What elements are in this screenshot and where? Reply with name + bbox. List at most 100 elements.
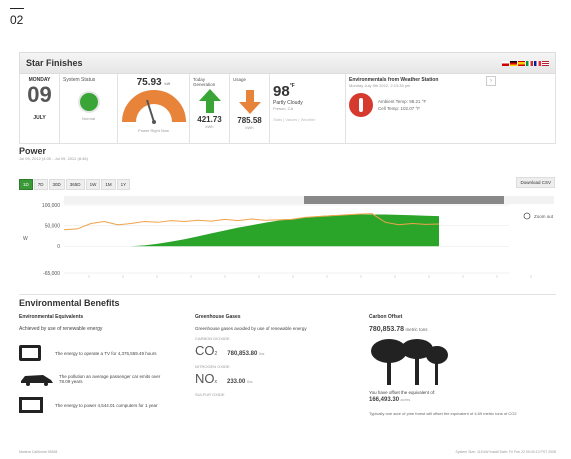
- range-button-1d[interactable]: 1D: [19, 179, 33, 190]
- carbon-offset-value: 780,853.78: [369, 326, 405, 333]
- cell-label: Cell Temp:: [378, 106, 400, 111]
- greenhouse-column: Greenhouse Gases Greenhouse gases avoide…: [195, 314, 365, 397]
- range-button-7d[interactable]: 7D: [33, 179, 48, 190]
- power-title: Power: [19, 146, 47, 156]
- power-section: Power Jul 09, 2012 (4:00 - Jul 09, 2012 …: [19, 146, 556, 310]
- power-now-caption: Power Right Now: [138, 128, 169, 133]
- gas-label: NITROGEN OXIDE: [195, 364, 230, 369]
- date-tile: MONDAY 09 JULY: [20, 74, 60, 143]
- computer-icon: [19, 397, 43, 413]
- weather-tile: 98°F Partly Cloudy Fresno, CA Stats | Va…: [270, 74, 346, 143]
- status-value: Normal: [82, 116, 95, 121]
- flag-icon[interactable]: [510, 60, 517, 66]
- generation-tile: Today Generation 421.73 kWh: [190, 74, 230, 143]
- download-csv-button[interactable]: Download CSV: [516, 176, 555, 188]
- gas-formula: CO: [195, 343, 215, 358]
- gas-value: 780,853.80: [227, 351, 258, 357]
- carbon-offset-title: Carbon Offset: [369, 314, 403, 320]
- zoom-icon: [523, 212, 531, 220]
- cell-value: 102.07 °F: [400, 106, 421, 111]
- y-tick-label: 0: [57, 244, 60, 250]
- page-title: Star Finishes: [26, 58, 83, 68]
- flag-icon[interactable]: [518, 60, 525, 66]
- equivalents-title: Environmental Equivalents: [19, 314, 84, 320]
- ambient-value: 98.21 °F: [409, 99, 427, 104]
- usage-value: 785.58: [237, 116, 262, 125]
- arrow-down-icon: [238, 90, 261, 114]
- chart-navigator-window: [304, 196, 504, 204]
- language-flags[interactable]: [502, 60, 549, 66]
- next-tile: ›: [484, 74, 500, 143]
- weather-tabs[interactable]: Stats | Values | Weather: [273, 117, 342, 122]
- offset-label: You have offset the equivalent of:: [369, 390, 436, 395]
- flag-icon[interactable]: [534, 60, 541, 66]
- status-indicator-icon: [77, 91, 100, 113]
- environmental-benefits: Environmental Benefits Environmental Equ…: [19, 294, 556, 416]
- day-number: 09: [27, 82, 52, 107]
- system-status-tile: System Status Normal: [60, 74, 118, 143]
- chevron-right-icon[interactable]: ›: [486, 76, 496, 86]
- car-icon: [21, 375, 53, 386]
- ambient-label: Ambient Temp:: [378, 99, 408, 104]
- carbon-offset-column: Carbon Offset 780,853.78 metric tons You…: [369, 314, 556, 416]
- power-chart[interactable]: 100,000 50,000 0 -65,000 W Zoom out: [19, 195, 556, 305]
- generation-unit: kWh: [205, 124, 214, 129]
- weather-unit: °F: [289, 83, 295, 89]
- arrow-up-icon: [198, 89, 221, 113]
- y-axis-label: W: [23, 236, 28, 242]
- greenhouse-subtitle: Greenhouse gases avoided by use of renew…: [195, 326, 307, 331]
- gas-unit: lbs: [247, 379, 253, 384]
- weather-station-tile: Environmentals from Weather Station Mond…: [346, 74, 484, 143]
- weather-location: Fresno, CA: [273, 106, 294, 111]
- flag-icon[interactable]: [526, 60, 533, 66]
- summary-tiles: MONDAY 09 JULY System Status Normal 75.9…: [19, 74, 556, 144]
- station-date: Monday July 9th 2012, 2:13:35 pm: [349, 83, 411, 88]
- generation-value: 421.73: [197, 115, 222, 124]
- equivalent-text: The energy to operate a TV for 4,376,559…: [55, 350, 157, 356]
- zoom-out-label[interactable]: Zoom out: [534, 214, 554, 219]
- power-now-unit: kW: [164, 81, 171, 86]
- usage-unit: kWh: [245, 125, 254, 130]
- equivalents-column: Environmental Equivalents Achieved by us…: [19, 314, 189, 413]
- range-button-365d[interactable]: 365D: [65, 179, 85, 190]
- gas-unit: lbs: [259, 351, 265, 356]
- flag-icon[interactable]: [542, 60, 549, 66]
- y-tick-label: -65,000: [43, 271, 60, 277]
- power-now-tile: 75.93 kW Power Right Now: [118, 74, 190, 143]
- month: JULY: [33, 115, 46, 121]
- flag-icon[interactable]: [502, 60, 509, 66]
- equivalents-subtitle: Achieved by use of renewable energy: [19, 326, 103, 332]
- footer-location: Madera California 93638: [19, 450, 58, 454]
- tv-icon: [19, 345, 41, 361]
- greenhouse-title: Greenhouse Gases: [195, 314, 241, 320]
- gas-subscript: 2: [214, 351, 218, 357]
- gas-subscript: x: [214, 379, 218, 385]
- range-button-30d[interactable]: 30D: [48, 179, 65, 190]
- carbon-offset-unit: metric tons: [405, 327, 428, 332]
- equivalent-text: The pollution an average passenger car e…: [59, 374, 161, 384]
- gas-formula: NO: [195, 371, 215, 386]
- equivalent-text: The energy to power 4,544.01 computers f…: [55, 402, 158, 408]
- offset-value: 166,493.30: [369, 397, 400, 403]
- gas-value: 233.00: [227, 379, 246, 385]
- figure-label: 02: [10, 8, 24, 27]
- range-button-1m[interactable]: 1M: [101, 179, 116, 190]
- gas-label: SULFUR OXIDE: [195, 392, 225, 397]
- offset-note: Typically one acre of pine forest will o…: [369, 411, 517, 416]
- power-gauge-icon: [122, 90, 186, 124]
- weather-temp: 98: [273, 83, 290, 100]
- range-buttons: 1D 7D 30D 365D 1W 1M 1Y: [19, 173, 131, 191]
- usage-label: Usage: [233, 77, 247, 82]
- env-title: Environmental Benefits: [19, 294, 556, 308]
- y-tick-label: 100,000: [42, 203, 60, 209]
- range-button-1y[interactable]: 1Y: [116, 179, 131, 190]
- offset-unit: acres: [400, 397, 411, 402]
- system-status-label: System Status: [63, 77, 96, 83]
- dashboard-header: Star Finishes: [19, 52, 556, 74]
- footer: Madera California 93638 System Size: 115…: [19, 450, 556, 454]
- range-button-1w[interactable]: 1W: [85, 179, 101, 190]
- footer-system-info: System Size: 115 kW Install Date: Fri Fe…: [455, 450, 556, 454]
- trees-icon: [371, 339, 448, 385]
- generation-label: Today Generation: [193, 77, 216, 87]
- power-now-value: 75.93: [136, 77, 162, 88]
